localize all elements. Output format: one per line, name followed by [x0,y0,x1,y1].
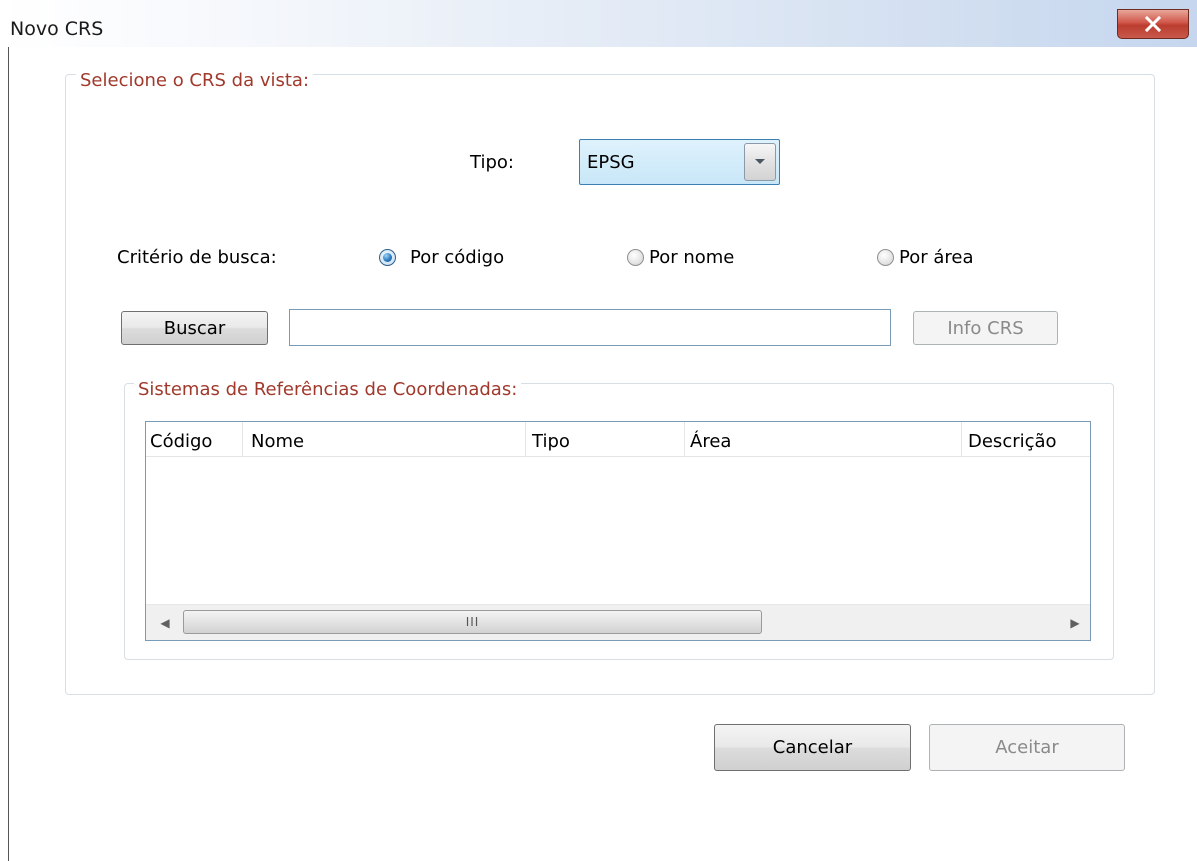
column-header-tipo[interactable]: Tipo [532,430,570,454]
search-criteria-label: Critério de busca: [117,247,277,268]
scrollbar-grip: III [465,615,480,629]
radio-por-nome-label[interactable]: Por nome [649,246,734,270]
window-title: Novo CRS [10,18,104,40]
crs-table[interactable]: Código Nome Tipo Área Descrição ◀ III ▶ [145,421,1091,641]
radio-por-codigo-label[interactable]: Por código [410,246,504,270]
scroll-left-arrow-icon[interactable]: ◀ [154,611,176,635]
radio-por-nome[interactable] [627,249,644,266]
radio-por-area[interactable] [877,249,894,266]
column-divider[interactable] [684,422,685,456]
tipo-label: Tipo: [470,152,514,173]
close-x-icon [1144,16,1162,32]
scrollbar-thumb[interactable]: III [183,610,762,634]
column-header-nome[interactable]: Nome [251,430,304,454]
radio-por-area-label[interactable]: Por área [899,246,974,270]
tipo-dropdown-button[interactable] [744,143,776,181]
column-divider[interactable] [525,422,526,456]
buscar-button[interactable]: Buscar [121,311,268,345]
radio-por-codigo[interactable] [379,249,396,266]
horizontal-scrollbar[interactable]: ◀ III ▶ [146,604,1090,640]
scroll-right-arrow-icon[interactable]: ▶ [1064,611,1086,635]
cancel-button[interactable]: Cancelar [714,724,911,771]
close-button[interactable] [1117,9,1189,39]
chevron-down-icon [755,159,765,164]
accept-button: Aceitar [929,724,1125,771]
search-input[interactable] [289,309,891,346]
info-crs-button: Info CRS [913,311,1058,345]
column-header-area[interactable]: Área [690,430,731,454]
column-divider[interactable] [242,422,243,456]
crs-selection-legend: Selecione o CRS da vista: [76,70,314,92]
column-header-codigo[interactable]: Código [150,430,212,454]
title-bar [0,0,1197,47]
tipo-combobox-value: EPSG [587,152,635,173]
column-divider[interactable] [961,422,962,456]
column-header-descricao[interactable]: Descrição [968,430,1057,454]
tipo-combobox[interactable]: EPSG [579,139,780,185]
crs-list-legend: Sistemas de Referências de Coordenadas: [134,379,522,401]
crs-table-header: Código Nome Tipo Área Descrição [146,422,1090,457]
